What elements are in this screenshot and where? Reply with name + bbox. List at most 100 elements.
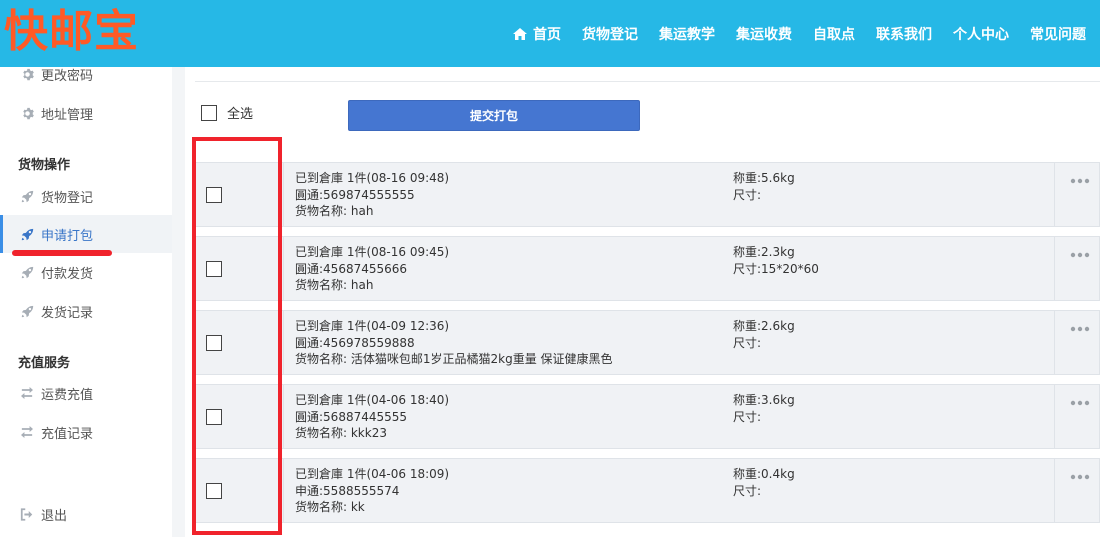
package-status: 已到倉庫 1件(04-06 18:40) <box>295 393 450 407</box>
swap-icon <box>20 386 34 400</box>
sidebar-divider <box>172 67 185 537</box>
nav-consolidation-fees[interactable]: 集运收费 <box>736 24 792 44</box>
nav-user-center[interactable]: 个人中心 <box>953 24 1009 44</box>
package-row: 已到倉庫 1件(04-06 18:09) 申通:5588555574 货物名称:… <box>193 458 1100 523</box>
row-divider <box>283 163 284 226</box>
sidebar-item-logout[interactable]: 退出 <box>0 495 172 533</box>
package-status: 已到倉庫 1件(04-09 12:36) <box>295 319 450 333</box>
sidebar-item-label: 申请打包 <box>41 228 94 244</box>
package-status: 已到倉庫 1件(08-16 09:48) <box>295 171 450 185</box>
package-weight: 称重:2.3kg <box>733 245 795 259</box>
gear-icon <box>20 106 34 120</box>
package-row: 已到倉庫 1件(08-16 09:48) 圓通:569874555555 货物名… <box>193 162 1100 227</box>
more-icon[interactable] <box>1070 399 1090 407</box>
package-status: 已到倉庫 1件(04-06 18:09) <box>295 467 450 481</box>
sidebar-item-freight-recharge[interactable]: 运费充值 <box>0 374 172 412</box>
annotation-underline <box>12 250 112 256</box>
package-meta: 称重:3.6kg 尺寸: <box>733 392 795 425</box>
sidebar-item-label: 运费充值 <box>41 387 94 403</box>
select-all-label: 全选 <box>227 107 254 122</box>
nav-pickup-point[interactable]: 自取点 <box>813 24 855 44</box>
package-tracking: 圓通:569874555555 <box>295 187 415 202</box>
rocket-icon <box>20 304 34 318</box>
package-size: 尺寸:15*20*60 <box>733 261 819 276</box>
site-logo[interactable]: 快邮宝 <box>4 2 139 62</box>
package-info: 已到倉庫 1件(08-16 09:48) 圓通:569874555555 货物名… <box>295 170 449 220</box>
package-name: 货物名称: 活体猫咪包邮1岁正品橘猫2kg重量 保证健康黑色 <box>295 352 613 366</box>
package-size: 尺寸: <box>733 187 762 202</box>
select-all-checkbox[interactable] <box>201 104 217 121</box>
more-icon[interactable] <box>1070 177 1090 185</box>
package-info: 已到倉庫 1件(04-06 18:09) 申通:5588555574 货物名称:… <box>295 466 449 516</box>
sidebar-item-label: 货物登记 <box>41 190 94 206</box>
package-tracking: 圓通:56887445555 <box>295 409 408 424</box>
package-meta: 称重:5.6kg 尺寸: <box>733 170 795 203</box>
home-icon <box>513 27 527 40</box>
package-status: 已到倉庫 1件(08-16 09:45) <box>295 245 450 259</box>
nav-consolidation-tutorial[interactable]: 集运教学 <box>659 24 715 44</box>
sidebar-item-label: 付款发货 <box>41 266 94 282</box>
package-name: 货物名称: hah <box>295 204 374 218</box>
more-icon[interactable] <box>1070 473 1090 481</box>
sidebar-item-recharge-records[interactable]: 充值记录 <box>0 413 172 451</box>
row-divider <box>283 311 284 374</box>
recharge-services-heading: 充值服务 <box>18 356 71 371</box>
nav-contact-us[interactable]: 联系我们 <box>876 24 932 44</box>
sidebar-item-apply-packing[interactable]: 申请打包 <box>0 215 172 253</box>
sidebar-item-shipping-records[interactable]: 发货记录 <box>0 292 172 330</box>
gear-icon <box>20 67 34 81</box>
annotation-box <box>192 137 282 535</box>
package-size: 尺寸: <box>733 409 762 424</box>
package-weight: 称重:2.6kg <box>733 319 795 333</box>
more-icon[interactable] <box>1070 325 1090 333</box>
rocket-icon <box>20 189 34 203</box>
row-divider <box>283 385 284 448</box>
sidebar-item-cargo-register[interactable]: 货物登记 <box>0 177 172 215</box>
row-divider <box>1054 237 1055 300</box>
nav-cargo-register[interactable]: 货物登记 <box>582 24 638 44</box>
package-weight: 称重:0.4kg <box>733 467 795 481</box>
sidebar-item-label: 更改密码 <box>41 68 94 84</box>
submit-packing-button[interactable]: 提交打包 <box>348 100 640 131</box>
nav-home-label: 首页 <box>533 26 561 43</box>
package-meta: 称重:0.4kg 尺寸: <box>733 466 795 499</box>
more-icon[interactable] <box>1070 251 1090 259</box>
package-tracking: 申通:5588555574 <box>295 483 400 498</box>
row-divider <box>1054 385 1055 448</box>
row-divider <box>283 237 284 300</box>
nav-faq[interactable]: 常见问题 <box>1030 24 1086 44</box>
package-size: 尺寸: <box>733 335 762 350</box>
row-divider <box>1054 311 1055 374</box>
content-top-divider <box>195 81 1100 82</box>
package-weight: 称重:5.6kg <box>733 171 795 185</box>
package-name: 货物名称: hah <box>295 278 374 292</box>
sidebar-item-change-password[interactable]: 更改密码 <box>0 55 172 93</box>
package-row: 已到倉庫 1件(04-09 12:36) 圓通:456978559888 货物名… <box>193 310 1100 375</box>
sidebar-item-pay-ship[interactable]: 付款发货 <box>0 253 172 291</box>
package-tracking: 圓通:456978559888 <box>295 335 415 350</box>
sidebar-item-label: 退出 <box>41 508 68 524</box>
package-meta: 称重:2.6kg 尺寸: <box>733 318 795 351</box>
sidebar-item-address-management[interactable]: 地址管理 <box>0 94 172 132</box>
package-name: 货物名称: kkk23 <box>295 426 387 440</box>
nav-home[interactable]: 首页 <box>513 24 561 44</box>
sidebar-item-label: 地址管理 <box>41 107 94 123</box>
cargo-operations-heading: 货物操作 <box>18 158 71 173</box>
package-info: 已到倉庫 1件(08-16 09:45) 圓通:45687455666 货物名称… <box>295 244 449 294</box>
package-row: 已到倉庫 1件(08-16 09:45) 圓通:45687455666 货物名称… <box>193 236 1100 301</box>
row-divider <box>1054 163 1055 226</box>
sidebar: 更改密码 地址管理 货物操作 货物登记 申请打包 付款发货 发货记录 充值服务 <box>0 67 172 537</box>
main-nav: 首页 货物登记 集运教学 集运收费 自取点 联系我们 个人中心 常见问题 <box>492 0 1086 67</box>
logout-icon <box>20 507 34 521</box>
package-weight: 称重:3.6kg <box>733 393 795 407</box>
row-divider <box>1054 459 1055 522</box>
swap-icon <box>20 425 34 439</box>
main-content: 全选 提交打包 已到倉庫 1件(08-16 09:48) 圓通:56987455… <box>185 67 1100 537</box>
package-tracking: 圓通:45687455666 <box>295 261 408 276</box>
package-row: 已到倉庫 1件(04-06 18:40) 圓通:56887445555 货物名称… <box>193 384 1100 449</box>
select-all[interactable]: 全选 <box>201 103 253 122</box>
sidebar-item-label: 发货记录 <box>41 305 94 321</box>
package-meta: 称重:2.3kg 尺寸:15*20*60 <box>733 244 819 277</box>
row-divider <box>283 459 284 522</box>
rocket-icon <box>20 227 34 241</box>
